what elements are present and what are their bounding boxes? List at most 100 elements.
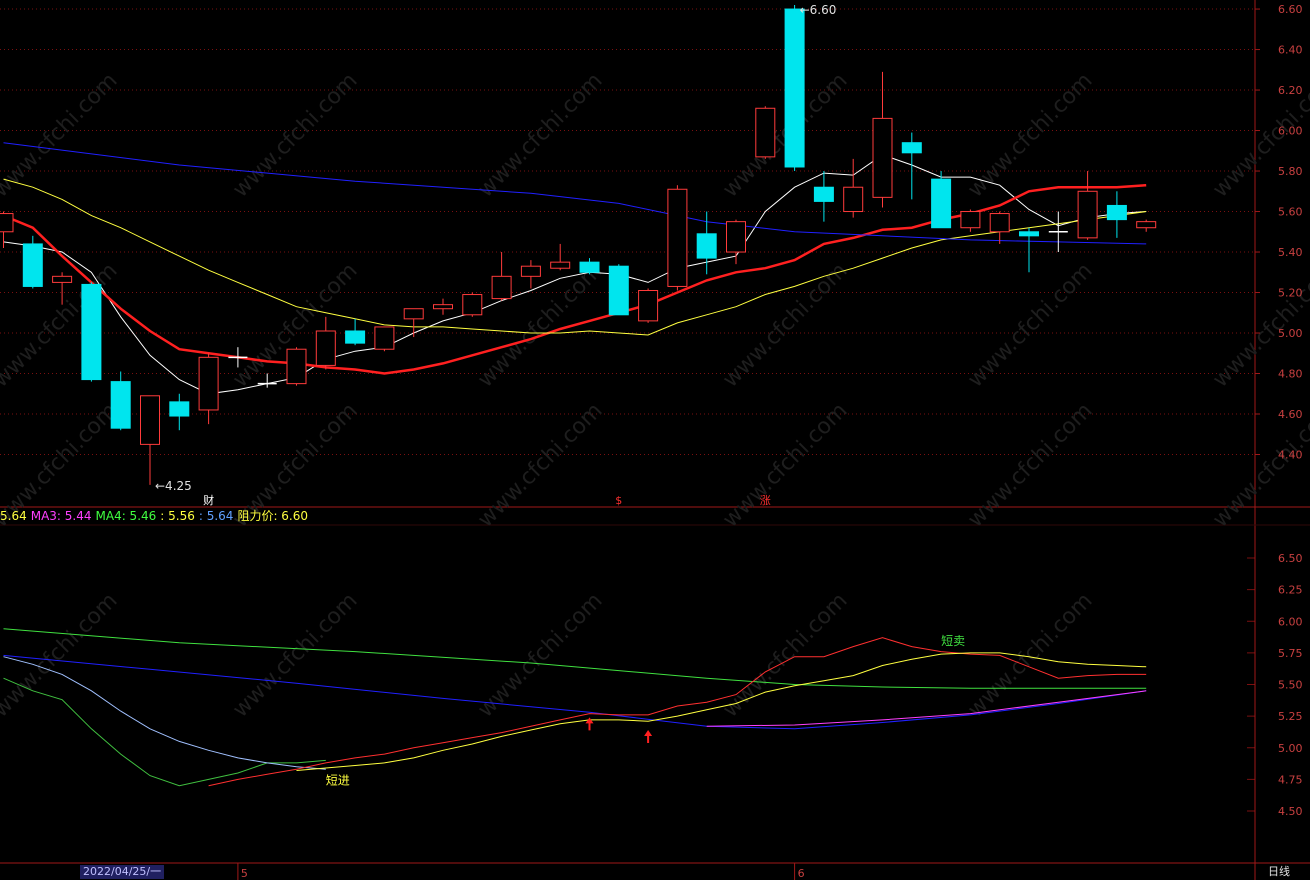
candle[interactable] (345, 318, 366, 346)
candle-body (1019, 231, 1039, 237)
x-tick-label: 5 (241, 867, 248, 880)
buy-arrow-icon (644, 730, 653, 744)
candle[interactable] (22, 235, 43, 289)
candle[interactable] (198, 353, 219, 425)
price-axis: 6.60 6.40 6.20 6.00 5.80 5.60 5.40 5.20 5.00 4.80… (1255, 3, 1303, 818)
price-tick-label: 5.80 (1278, 165, 1303, 178)
indicator-line-MA3 (706, 690, 1147, 727)
candle-body (726, 221, 746, 253)
candle[interactable] (374, 326, 395, 352)
candle[interactable] (110, 371, 131, 431)
candle-body (1077, 190, 1098, 239)
candle[interactable] (608, 264, 629, 316)
candle[interactable] (696, 211, 717, 275)
candle-body (667, 188, 688, 287)
indicator-tick-label: 5.00 (1278, 742, 1303, 755)
candle[interactable] (1077, 171, 1098, 240)
candle-body (989, 213, 1010, 233)
watermark-text: www.cfchi.com (963, 588, 1097, 722)
candle[interactable] (1019, 227, 1039, 273)
candle[interactable] (286, 347, 307, 386)
watermark-text: www.cfchi.com (473, 588, 607, 722)
candle[interactable] (901, 132, 922, 200)
candle-body (520, 265, 541, 277)
candle[interactable] (81, 282, 102, 382)
price-tick-label: 5.00 (1278, 327, 1303, 340)
legend-item: MA4: 5.46 (95, 509, 157, 523)
candle-body (638, 289, 659, 322)
candle[interactable] (960, 209, 981, 232)
candle[interactable] (755, 106, 776, 159)
legend-item: 阻力价: 6.60 (237, 509, 309, 523)
candle[interactable] (579, 258, 600, 275)
candle[interactable] (638, 288, 659, 323)
candle[interactable] (140, 395, 160, 485)
price-tick-label: 5.20 (1278, 287, 1303, 300)
candle-body (433, 304, 453, 310)
candle-body (813, 186, 834, 202)
candle[interactable] (550, 243, 571, 271)
candle[interactable] (315, 316, 336, 370)
grid-lines: 56 (0, 0, 1310, 880)
price-tick-label: 5.40 (1278, 246, 1303, 259)
candle-body (374, 326, 395, 350)
candle[interactable] (1106, 191, 1127, 238)
indicator-tick-label: 5.75 (1278, 647, 1303, 660)
indicator-line-green2 (3, 677, 326, 787)
indicator-tick-label: 5.25 (1278, 710, 1303, 723)
indicator-legend: 5.64 MA3: 5.44 MA4: 5.46: 5.56: 5.64 阻力价: 6… (0, 507, 312, 525)
indicator-tick-label: 5.50 (1278, 679, 1303, 692)
candle-body (608, 265, 629, 316)
watermark-text: www.cfchi.com (228, 68, 362, 202)
candle-body (872, 117, 893, 198)
candle-body (315, 330, 336, 366)
candle[interactable] (462, 292, 483, 317)
candle[interactable] (931, 171, 952, 229)
event-marker: 涨 (760, 494, 771, 507)
watermark-text: www.cfchi.com (963, 68, 1097, 202)
candle-body (345, 330, 366, 344)
watermark-text: www.cfchi.com (473, 398, 607, 532)
candle[interactable] (433, 298, 453, 315)
candle-body (901, 142, 922, 154)
candle[interactable] (784, 5, 805, 172)
candle-body (1106, 204, 1127, 221)
candle[interactable] (169, 393, 190, 431)
price-tick-label: 6.60 (1278, 3, 1303, 16)
candle-body (784, 8, 805, 168)
signal-label: 短进 (326, 773, 350, 787)
candle[interactable] (667, 185, 688, 291)
candle-body (169, 401, 190, 417)
indicator-tick-label: 6.25 (1278, 584, 1303, 597)
candle-body (755, 107, 776, 158)
candle-body (960, 211, 981, 229)
date-label: 2022/04/25/一 (80, 865, 165, 879)
price-tick-label: 4.60 (1278, 408, 1303, 421)
price-tick-label: 6.00 (1278, 125, 1303, 138)
candle-body (22, 243, 43, 287)
price-tick-label: 6.20 (1278, 84, 1303, 97)
watermark-text: www.cfchi.com (473, 68, 607, 202)
stock-chart[interactable]: 56 www.cfchi.com www.cfchi.com www.cfchi.c… (0, 0, 1310, 880)
candle[interactable] (843, 158, 864, 218)
candle[interactable] (1048, 211, 1068, 253)
price-tick-label: 5.60 (1278, 206, 1303, 219)
period-label[interactable]: 日线 (1268, 865, 1290, 879)
candle-body (0, 213, 14, 233)
watermark-text: www.cfchi.com (228, 588, 362, 722)
price-extreme-label: ←6.60 (800, 3, 837, 17)
indicator-tick-label: 6.50 (1278, 552, 1303, 565)
candle-body (491, 275, 512, 300)
candle-body (52, 275, 73, 283)
indicator-tick-label: 6.00 (1278, 615, 1303, 628)
candle[interactable] (491, 252, 512, 301)
buy-arrow-icon (585, 717, 594, 731)
candle[interactable] (813, 171, 834, 222)
x-tick-label: 6 (798, 867, 805, 880)
candle-body (81, 283, 102, 381)
candle[interactable] (1136, 219, 1157, 232)
candle[interactable] (872, 71, 893, 208)
candle[interactable] (520, 260, 541, 289)
legend-item: 5.64 (0, 509, 27, 523)
candle[interactable] (989, 211, 1010, 244)
